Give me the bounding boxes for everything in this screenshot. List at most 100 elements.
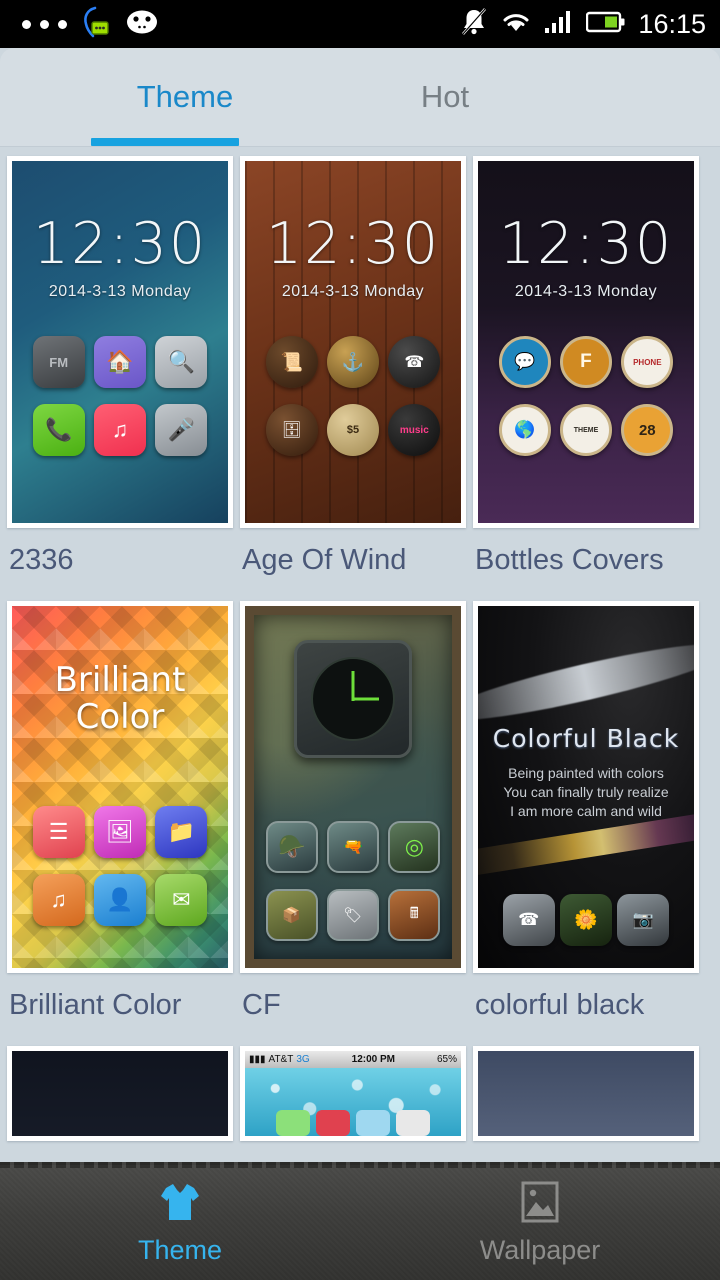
theme-title: Age Of Wind <box>242 544 407 576</box>
theme-row: Brilliant Color ☰ 🖼 📁 ♫ 👤 ✉ Brilliant Co… <box>0 593 720 1038</box>
theme-icon-preview: FM 🏠 🔍 📞 ♫ 🎤 <box>12 336 228 456</box>
phone-bottlecap-icon: PHONE <box>621 336 674 388</box>
phone-icon: 📞 <box>32 404 85 456</box>
theme-card[interactable]: ▮▮▮ AT&T 3G 12:00 PM 65% <box>240 1046 466 1141</box>
theme-thumbnail-cf[interactable]: 🪖 🔫 ◎ 📦 🏷 🖩 <box>245 606 461 968</box>
tshirt-icon <box>157 1180 203 1229</box>
ios-weather-icon <box>356 1110 390 1136</box>
lockscreen-date: 2014-3-13 Monday <box>281 283 425 300</box>
calendar-28-bottlecap-icon: 28 <box>621 404 674 456</box>
theme-title: CF <box>242 989 281 1021</box>
tab-active-underline <box>91 138 239 146</box>
gallery-icon: 🖼 <box>93 806 146 858</box>
theme-card[interactable] <box>7 1046 233 1141</box>
theme-cell-2336[interactable]: 12:30 2014-3-13 Monday FM 🏠 🔍 📞 ♫ 🎤 2336 <box>0 148 233 593</box>
theme-headline: Brilliant Color <box>54 660 186 737</box>
wanted-poster-icon: $5 <box>326 404 379 456</box>
mute-bell-icon <box>460 7 488 42</box>
lockscreen-clock: 12:30 <box>498 211 674 277</box>
theme-thumbnail-brilliant-color[interactable]: Brilliant Color ☰ 🖼 📁 ♫ 👤 ✉ <box>12 606 228 968</box>
status-bar: 16:15 <box>0 0 720 48</box>
nav-item-theme-label: Theme <box>137 1234 223 1265</box>
ammo-crate-icon: 📦 <box>265 889 318 941</box>
theme-thumbnail-partial-1[interactable] <box>12 1051 228 1136</box>
tab-theme[interactable]: Theme <box>55 48 315 146</box>
ios-calendar-icon <box>316 1110 350 1136</box>
theme-title: Brilliant Color <box>9 989 182 1021</box>
vinyl-music-icon: music <box>388 404 441 456</box>
theme-thumbnail-2336[interactable]: 12:30 2014-3-13 Monday FM 🏠 🔍 📞 ♫ 🎤 <box>12 161 228 523</box>
header-bar: Theme Hot <box>0 48 720 147</box>
theme-icon-preview: ☰ 🖼 📁 ♫ 👤 ✉ <box>12 806 228 926</box>
nav-item-theme[interactable]: Theme <box>0 1165 360 1280</box>
theme-row: 12:30 2014-3-13 Monday FM 🏠 🔍 📞 ♫ 🎤 2336 <box>0 148 720 593</box>
message-notification-icon <box>81 6 111 43</box>
status-bar-right: 16:15 <box>460 7 720 42</box>
globe-bottlecap-icon: 🌎 <box>498 404 551 456</box>
theme-cell-colorful-black[interactable]: Colorful Black Being painted with colors… <box>466 593 699 1038</box>
theme-cell-brilliant-color[interactable]: Brilliant Color ☰ 🖼 📁 ♫ 👤 ✉ Brilliant Co… <box>0 593 233 1038</box>
theme-card[interactable]: 🪖 🔫 ◎ 📦 🏷 🖩 <box>240 601 466 973</box>
battery-icon <box>586 10 626 39</box>
theme-cell-bottles-covers[interactable]: 12:30 2014-3-13 Monday 💬 F PHONE 🌎 THEME… <box>466 148 699 593</box>
theme-grid[interactable]: 12:30 2014-3-13 Monday FM 🏠 🔍 📞 ♫ 🎤 2336 <box>0 148 720 1162</box>
theme-thumbnail-colorful-black[interactable]: Colorful Black Being painted with colors… <box>478 606 694 968</box>
ios-camera-icon <box>396 1110 430 1136</box>
theme-thumbnail-partial-2[interactable]: ▮▮▮ AT&T 3G 12:00 PM 65% <box>245 1051 461 1136</box>
theme-title: 2336 <box>9 544 74 576</box>
theme-thumbnail-bottles-covers[interactable]: 12:30 2014-3-13 Monday 💬 F PHONE 🌎 THEME… <box>478 161 694 523</box>
theme-row-partial: ▮▮▮ AT&T 3G 12:00 PM 65% <box>0 1038 720 1141</box>
home-icon: 🏠 <box>93 336 146 388</box>
notes-icon: ☰ <box>32 806 85 858</box>
theme-thumbnail-partial-3[interactable] <box>478 1051 694 1136</box>
theme-icon-preview: 💬 F PHONE 🌎 THEME 28 <box>478 336 694 456</box>
helmet-icon: 🪖 <box>265 821 318 873</box>
scroll-note-icon: 📜 <box>265 336 318 388</box>
lockscreen-date: 2014-3-13 Monday <box>48 283 192 300</box>
folder-icon: 📁 <box>155 806 208 858</box>
android-face-icon <box>125 9 159 40</box>
theme-icon-preview: 🪖 🔫 ◎ 📦 🏷 🖩 <box>245 821 461 941</box>
drawer-icon: 🗄 <box>265 404 318 456</box>
theme-cell-partial-2[interactable]: ▮▮▮ AT&T 3G 12:00 PM 65% <box>233 1038 466 1141</box>
radar-icon: ◎ <box>388 821 441 873</box>
wifi-icon <box>500 9 532 40</box>
theme-card[interactable]: Colorful Black Being painted with colors… <box>473 601 699 973</box>
theme-card[interactable]: 12:30 2014-3-13 Monday 📜 ⚓ ☎ 🗄 $5 music <box>240 156 466 528</box>
tab-strip: Theme Hot <box>0 48 720 146</box>
theme-cell-partial-1[interactable] <box>0 1038 233 1141</box>
theme-cell-cf[interactable]: 🪖 🔫 ◎ 📦 🏷 🖩 CF <box>233 593 466 1038</box>
theme-card[interactable]: 12:30 2014-3-13 Monday FM 🏠 🔍 📞 ♫ 🎤 <box>7 156 233 528</box>
nav-item-wallpaper[interactable]: Wallpaper <box>360 1165 720 1280</box>
camera-icon: 📷 <box>617 894 670 946</box>
theme-title: colorful black <box>475 989 645 1021</box>
music-icon: ♫ <box>32 874 85 926</box>
ios-phone-icon <box>276 1110 310 1136</box>
bottom-navigation-bar: Theme Wallpaper <box>0 1162 720 1280</box>
signal-bars-icon <box>544 9 574 40</box>
tab-hot[interactable]: Hot <box>315 48 575 146</box>
pistol-icon: 🔫 <box>326 821 379 873</box>
anchor-icon: ⚓ <box>326 336 379 388</box>
theme-card[interactable]: Brilliant Color ☰ 🖼 📁 ♫ 👤 ✉ <box>7 601 233 973</box>
tab-theme-label: Theme <box>136 79 234 114</box>
theme-card[interactable]: 12:30 2014-3-13 Monday 💬 F PHONE 🌎 THEME… <box>473 156 699 528</box>
status-bar-clock: 16:15 <box>638 8 706 39</box>
theme-thumbnail-age-of-wind[interactable]: 12:30 2014-3-13 Monday 📜 ⚓ ☎ 🗄 $5 music <box>245 161 461 523</box>
ios-time-label: 12:00 PM <box>351 1054 396 1065</box>
contacts-icon: 👤 <box>93 874 146 926</box>
theme-cell-age-of-wind[interactable]: 12:30 2014-3-13 Monday 📜 ⚓ ☎ 🗄 $5 music … <box>233 148 466 593</box>
status-bar-left <box>0 6 159 43</box>
theme-cell-partial-3[interactable] <box>466 1038 699 1141</box>
lockscreen-date: 2014-3-13 Monday <box>514 283 658 300</box>
swoosh-decoration <box>478 630 694 734</box>
rotary-phone-icon: ☎ <box>388 336 441 388</box>
fm-radio-icon: FM <box>32 336 85 388</box>
browser-icon: 🔍 <box>155 336 208 388</box>
voice-recorder-icon: 🎤 <box>155 404 208 456</box>
theme-title: Bottles Covers <box>475 544 664 576</box>
theme-card[interactable] <box>473 1046 699 1141</box>
flower-gallery-icon: 🌼 <box>559 894 612 946</box>
theme-icon-preview: ☎ 🌼 📷 <box>478 894 694 946</box>
music-icon: ♫ <box>93 404 146 456</box>
